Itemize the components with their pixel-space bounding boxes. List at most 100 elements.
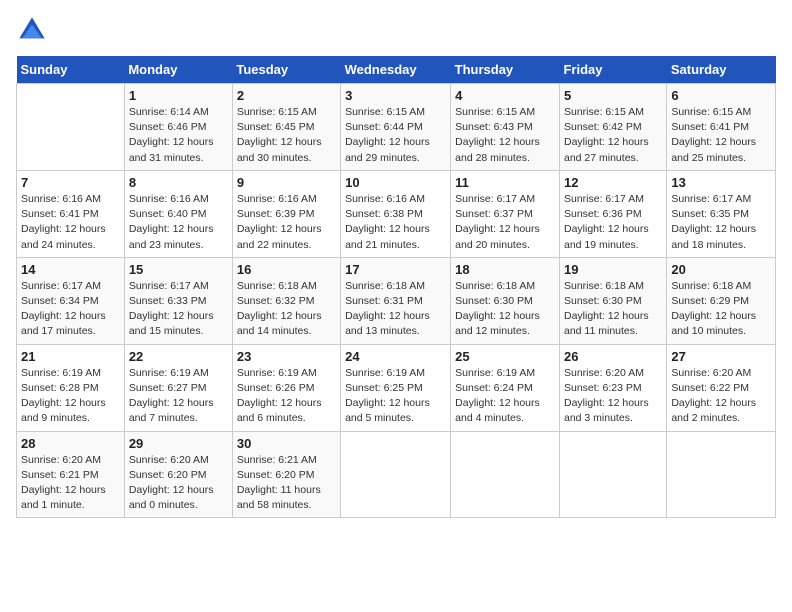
day-info: Sunrise: 6:19 AM Sunset: 6:26 PM Dayligh…: [237, 366, 336, 427]
header-cell-saturday: Saturday: [667, 56, 776, 84]
day-info: Sunrise: 6:19 AM Sunset: 6:24 PM Dayligh…: [455, 366, 555, 427]
day-info: Sunrise: 6:18 AM Sunset: 6:30 PM Dayligh…: [564, 279, 662, 340]
day-number: 11: [455, 175, 555, 190]
day-cell: [451, 431, 560, 518]
day-number: 20: [671, 262, 771, 277]
day-cell: 17 Sunrise: 6:18 AM Sunset: 6:31 PM Dayli…: [341, 257, 451, 344]
day-info: Sunrise: 6:19 AM Sunset: 6:28 PM Dayligh…: [21, 366, 120, 427]
day-number: 25: [455, 349, 555, 364]
day-info: Sunrise: 6:19 AM Sunset: 6:27 PM Dayligh…: [129, 366, 228, 427]
day-number: 16: [237, 262, 336, 277]
day-number: 29: [129, 436, 228, 451]
day-number: 19: [564, 262, 662, 277]
day-cell: 26Sunrise: 6:20 AM Sunset: 6:23 PM Dayli…: [559, 344, 666, 431]
day-number: 17: [345, 262, 446, 277]
calendar-header: SundayMondayTuesdayWednesdayThursdayFrid…: [17, 56, 776, 84]
day-info: Sunrise: 6:19 AM Sunset: 6:25 PM Dayligh…: [345, 366, 446, 427]
day-cell: 30 Sunrise: 6:21 AM Sunset: 6:20 PM Dayli…: [232, 431, 340, 518]
day-info: Sunrise: 6:17 AM Sunset: 6:36 PM Dayligh…: [564, 192, 662, 253]
day-info: Sunrise: 6:20 AM Sunset: 6:23 PM Dayligh…: [564, 366, 662, 427]
day-cell: [667, 431, 776, 518]
day-info: Sunrise: 6:18 AM Sunset: 6:29 PM Dayligh…: [671, 279, 771, 340]
day-cell: 20 Sunrise: 6:18 AM Sunset: 6:29 PM Dayli…: [667, 257, 776, 344]
day-number: 23: [237, 349, 336, 364]
day-info: Sunrise: 6:20 AM Sunset: 6:21 PM Dayligh…: [21, 453, 120, 514]
day-cell: 28 Sunrise: 6:20 AM Sunset: 6:21 PM Dayli…: [17, 431, 125, 518]
day-number: 30: [237, 436, 336, 451]
day-info: Sunrise: 6:16 AM Sunset: 6:38 PM Dayligh…: [345, 192, 446, 253]
calendar-body: 1 Sunrise: 6:14 AM Sunset: 6:46 PM Daylig…: [17, 84, 776, 518]
day-info: Sunrise: 6:18 AM Sunset: 6:30 PM Dayligh…: [455, 279, 555, 340]
header-cell-tuesday: Tuesday: [232, 56, 340, 84]
day-number: 1: [129, 88, 228, 103]
day-info: Sunrise: 6:16 AM Sunset: 6:40 PM Dayligh…: [129, 192, 228, 253]
calendar-table: SundayMondayTuesdayWednesdayThursdayFrid…: [16, 56, 776, 518]
day-number: 24: [345, 349, 446, 364]
day-cell: 15 Sunrise: 6:17 AM Sunset: 6:33 PM Dayli…: [124, 257, 232, 344]
header-cell-friday: Friday: [559, 56, 666, 84]
day-number: 4: [455, 88, 555, 103]
day-cell: 24 Sunrise: 6:19 AM Sunset: 6:25 PM Dayli…: [341, 344, 451, 431]
day-info: Sunrise: 6:16 AM Sunset: 6:41 PM Dayligh…: [21, 192, 120, 253]
logo: [16, 16, 46, 44]
logo-icon: [18, 16, 46, 44]
day-number: 7: [21, 175, 120, 190]
header-row: SundayMondayTuesdayWednesdayThursdayFrid…: [17, 56, 776, 84]
day-info: Sunrise: 6:16 AM Sunset: 6:39 PM Dayligh…: [237, 192, 336, 253]
day-info: Sunrise: 6:17 AM Sunset: 6:33 PM Dayligh…: [129, 279, 228, 340]
day-cell: 12 Sunrise: 6:17 AM Sunset: 6:36 PM Dayli…: [559, 170, 666, 257]
day-cell: 9 Sunrise: 6:16 AM Sunset: 6:39 PM Daylig…: [232, 170, 340, 257]
day-cell: 25 Sunrise: 6:19 AM Sunset: 6:24 PM Dayli…: [451, 344, 560, 431]
day-cell: [341, 431, 451, 518]
day-number: 2: [237, 88, 336, 103]
page-header: [16, 16, 776, 44]
week-row-5: 28 Sunrise: 6:20 AM Sunset: 6:21 PM Dayli…: [17, 431, 776, 518]
day-info: Sunrise: 6:17 AM Sunset: 6:34 PM Dayligh…: [21, 279, 120, 340]
week-row-3: 14 Sunrise: 6:17 AM Sunset: 6:34 PM Dayli…: [17, 257, 776, 344]
day-cell: 13Sunrise: 6:17 AM Sunset: 6:35 PM Dayli…: [667, 170, 776, 257]
day-number: 14: [21, 262, 120, 277]
day-cell: [17, 84, 125, 171]
day-cell: 27 Sunrise: 6:20 AM Sunset: 6:22 PM Dayli…: [667, 344, 776, 431]
day-cell: 2Sunrise: 6:15 AM Sunset: 6:45 PM Daylig…: [232, 84, 340, 171]
day-cell: 14 Sunrise: 6:17 AM Sunset: 6:34 PM Dayli…: [17, 257, 125, 344]
day-info: Sunrise: 6:15 AM Sunset: 6:41 PM Dayligh…: [671, 105, 771, 166]
day-number: 8: [129, 175, 228, 190]
day-info: Sunrise: 6:18 AM Sunset: 6:32 PM Dayligh…: [237, 279, 336, 340]
day-info: Sunrise: 6:15 AM Sunset: 6:42 PM Dayligh…: [564, 105, 662, 166]
day-number: 13: [671, 175, 771, 190]
day-cell: 29 Sunrise: 6:20 AM Sunset: 6:20 PM Dayli…: [124, 431, 232, 518]
week-row-4: 21 Sunrise: 6:19 AM Sunset: 6:28 PM Dayli…: [17, 344, 776, 431]
day-number: 5: [564, 88, 662, 103]
day-number: 27: [671, 349, 771, 364]
day-number: 6: [671, 88, 771, 103]
day-info: Sunrise: 6:14 AM Sunset: 6:46 PM Dayligh…: [129, 105, 228, 166]
day-info: Sunrise: 6:20 AM Sunset: 6:22 PM Dayligh…: [671, 366, 771, 427]
day-number: 10: [345, 175, 446, 190]
day-cell: 8 Sunrise: 6:16 AM Sunset: 6:40 PM Daylig…: [124, 170, 232, 257]
day-cell: 16 Sunrise: 6:18 AM Sunset: 6:32 PM Dayli…: [232, 257, 340, 344]
day-info: Sunrise: 6:15 AM Sunset: 6:44 PM Dayligh…: [345, 105, 446, 166]
day-number: 15: [129, 262, 228, 277]
day-number: 22: [129, 349, 228, 364]
day-cell: 6 Sunrise: 6:15 AM Sunset: 6:41 PM Daylig…: [667, 84, 776, 171]
day-info: Sunrise: 6:21 AM Sunset: 6:20 PM Dayligh…: [237, 453, 336, 514]
day-cell: 22 Sunrise: 6:19 AM Sunset: 6:27 PM Dayli…: [124, 344, 232, 431]
day-cell: 7 Sunrise: 6:16 AM Sunset: 6:41 PM Daylig…: [17, 170, 125, 257]
day-number: 12: [564, 175, 662, 190]
day-number: 18: [455, 262, 555, 277]
day-info: Sunrise: 6:15 AM Sunset: 6:43 PM Dayligh…: [455, 105, 555, 166]
day-info: Sunrise: 6:18 AM Sunset: 6:31 PM Dayligh…: [345, 279, 446, 340]
day-number: 28: [21, 436, 120, 451]
day-cell: [559, 431, 666, 518]
day-info: Sunrise: 6:17 AM Sunset: 6:37 PM Dayligh…: [455, 192, 555, 253]
header-cell-thursday: Thursday: [451, 56, 560, 84]
day-info: Sunrise: 6:20 AM Sunset: 6:20 PM Dayligh…: [129, 453, 228, 514]
day-cell: 3Sunrise: 6:15 AM Sunset: 6:44 PM Daylig…: [341, 84, 451, 171]
day-cell: 1 Sunrise: 6:14 AM Sunset: 6:46 PM Daylig…: [124, 84, 232, 171]
header-cell-wednesday: Wednesday: [341, 56, 451, 84]
day-number: 21: [21, 349, 120, 364]
day-number: 9: [237, 175, 336, 190]
day-cell: 21 Sunrise: 6:19 AM Sunset: 6:28 PM Dayli…: [17, 344, 125, 431]
day-cell: 11 Sunrise: 6:17 AM Sunset: 6:37 PM Dayli…: [451, 170, 560, 257]
